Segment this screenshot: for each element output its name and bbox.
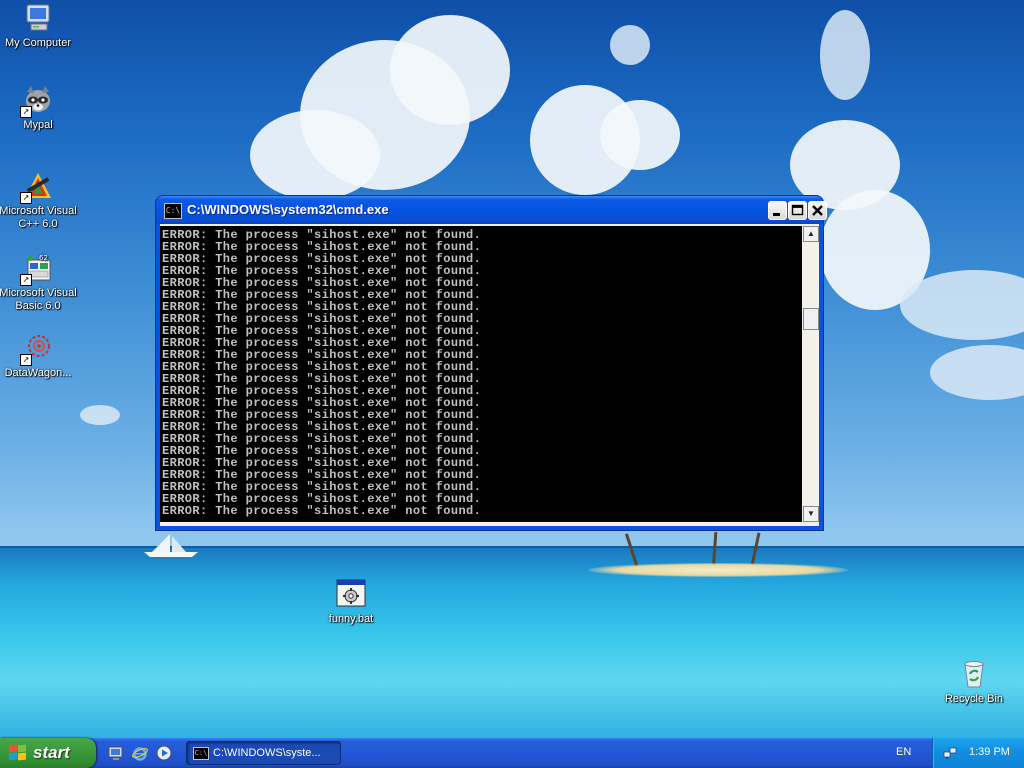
scroll-down-button[interactable]: ▼: [803, 506, 819, 522]
window-titlebar[interactable]: C:\ C:\WINDOWS\system32\cmd.exe: [156, 196, 827, 224]
taskbar-button-label: C:\WINDOWS\syste...: [213, 747, 321, 759]
shortcut-arrow-icon: ↗: [20, 106, 32, 118]
island: [588, 563, 848, 577]
desktop-icon-label: Microsoft Visual Basic 6.0: [0, 287, 77, 312]
taskbar: start C:\ C:\WINDOWS\syste... EN 1:39 PM: [0, 738, 1024, 768]
desktop-icon-visual-basic[interactable]: 62 ↗ Microsoft Visual Basic 6.0: [0, 252, 78, 313]
desktop-icon-label: Microsoft Visual C++ 6.0: [0, 205, 77, 230]
wallpaper-cloud: [80, 405, 120, 425]
scroll-thumb[interactable]: [803, 308, 819, 330]
language-indicator[interactable]: EN: [896, 746, 911, 758]
close-button[interactable]: [808, 201, 827, 220]
media-player-icon[interactable]: [156, 745, 172, 761]
shortcut-arrow-icon: ↗: [20, 192, 32, 204]
my-computer-icon: [22, 2, 54, 34]
maximize-button[interactable]: [788, 201, 807, 220]
arrow-down-icon: ▼: [807, 509, 815, 518]
wallpaper-cloud: [250, 110, 380, 200]
batch-file-icon: [335, 578, 367, 610]
desktop-icon-datawagon[interactable]: ↗ DataWagon...: [0, 332, 78, 380]
show-desktop-icon[interactable]: [108, 745, 124, 761]
cmd-window[interactable]: C:\ C:\WINDOWS\system32\cmd.exe ERROR: T…: [156, 196, 827, 530]
console-line: ERROR: The process "sihost.exe" not foun…: [162, 504, 482, 518]
window-title: C:\WINDOWS\system32\cmd.exe: [187, 202, 389, 217]
minimize-button[interactable]: [768, 201, 787, 220]
wallpaper-cloud: [390, 15, 510, 125]
window-client: ERROR: The process "sihost.exe" not foun…: [160, 224, 819, 526]
wallpaper-cloud: [820, 10, 870, 100]
start-button[interactable]: start: [0, 738, 96, 768]
wallpaper-cloud: [610, 25, 650, 65]
desktop-icon-label: Recycle Bin: [944, 693, 1004, 705]
datawagon-icon: ↗: [20, 332, 54, 366]
windows-flag-icon: [9, 744, 27, 761]
desktop-icon-label: funny.bat: [328, 613, 374, 625]
wallpaper-cloud: [930, 345, 1024, 400]
clock: 1:39 PM: [969, 746, 1010, 758]
vertical-scrollbar[interactable]: ▲ ▼: [803, 226, 819, 522]
desktop-icon-label: DataWagon...: [4, 367, 72, 379]
start-label: start: [33, 743, 70, 762]
wallpaper-cloud: [900, 270, 1024, 340]
network-icon[interactable]: [943, 746, 957, 760]
sailboat-image: [144, 534, 198, 557]
console-app-icon[interactable]: C:\: [164, 203, 182, 219]
scroll-up-button[interactable]: ▲: [803, 226, 819, 242]
shortcut-arrow-icon: ↗: [20, 354, 32, 366]
close-icon: [809, 202, 826, 219]
desktop-icon-my-computer[interactable]: My Computer: [0, 2, 78, 50]
minimize-icon: [769, 202, 786, 219]
desktop-icon-mypal[interactable]: ↗ Mypal: [0, 84, 78, 132]
desktop-icon-label: My Computer: [4, 37, 72, 49]
desktop-icon-label: Mypal: [23, 119, 53, 131]
shortcut-arrow-icon: ↗: [20, 274, 32, 286]
desktop-icon-funny-bat[interactable]: funny.bat: [311, 578, 391, 626]
desktop-icon-recycle-bin[interactable]: Recycle Bin: [934, 658, 1014, 706]
mypal-raccoon-icon: ↗: [20, 84, 54, 118]
desktop-icon-visual-cpp[interactable]: ↗ Microsoft Visual C++ 6.0: [0, 170, 78, 231]
recycle-bin-icon: [958, 658, 990, 690]
svg-text:62: 62: [39, 254, 48, 262]
wallpaper-cloud: [600, 100, 680, 170]
wallpaper-sea: [0, 548, 1024, 738]
visual-cpp-icon: ↗: [20, 170, 54, 204]
maximize-icon: [789, 202, 806, 219]
taskbar-button-cmd[interactable]: C:\ C:\WINDOWS\syste...: [186, 741, 341, 765]
visual-basic-icon: 62 ↗: [20, 252, 54, 286]
console-app-icon: C:\: [193, 747, 209, 760]
system-tray: 1:39 PM: [932, 738, 1024, 768]
arrow-up-icon: ▲: [807, 229, 815, 238]
console-output[interactable]: ERROR: The process "sihost.exe" not foun…: [160, 226, 802, 522]
internet-explorer-icon[interactable]: [132, 745, 148, 761]
